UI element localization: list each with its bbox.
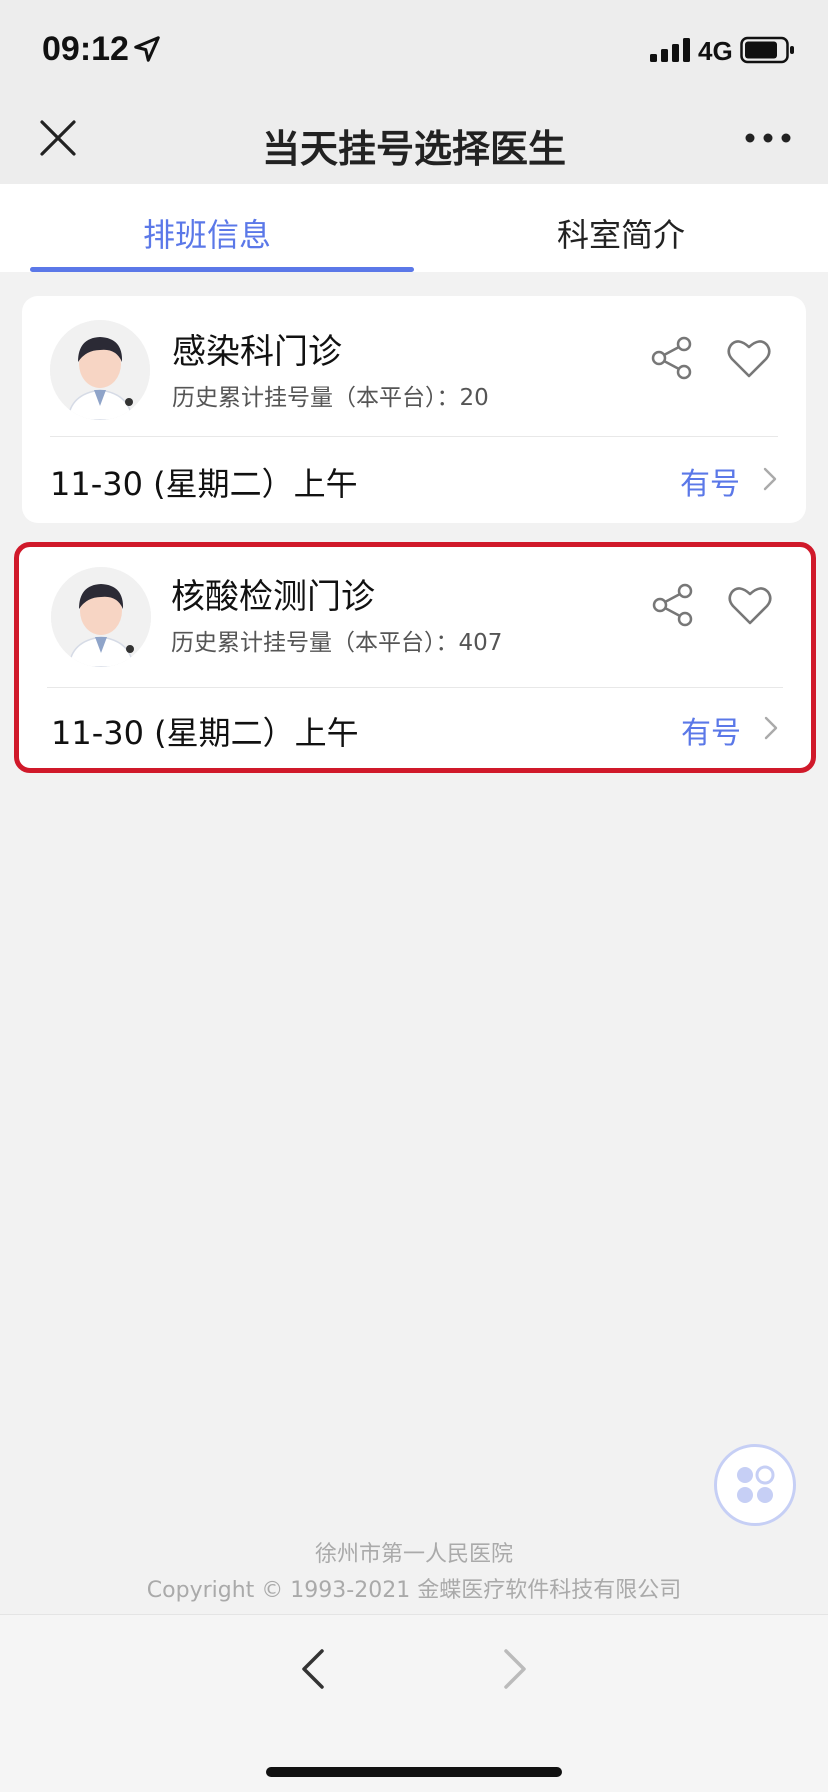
doctor-card[interactable]: 感染科门诊 历史累计挂号量（本平台）：20 11-30 (星期二）上午 有号 (22, 296, 806, 523)
page-title: 当天挂号选择医生 (261, 127, 566, 171)
heart-icon[interactable] (726, 336, 772, 380)
heart-icon[interactable] (727, 583, 773, 627)
home-indicator (266, 1767, 562, 1777)
chevron-right-icon (764, 716, 778, 740)
tab-bar: 排班信息 科室简介 (0, 184, 828, 272)
location-arrow-icon (134, 36, 160, 62)
status-time: 09:12 (42, 30, 129, 68)
schedule-row[interactable]: 11-30 (星期二）上午 有号 (19, 688, 811, 768)
history-count-row: 历史累计挂号量（本平台）：407 (171, 623, 502, 657)
schedule-date: 11-30 (星期二）上午 (50, 465, 358, 503)
network-label: 4G (698, 36, 733, 66)
signal-icon (650, 38, 690, 62)
schedule-date: 11-30 (星期二）上午 (51, 714, 359, 752)
status-bar: 09:12 4G (0, 0, 828, 100)
availability-label: 有号 (680, 467, 740, 502)
share-icon[interactable] (650, 336, 694, 380)
battery-icon (740, 36, 794, 64)
share-icon[interactable] (651, 583, 695, 627)
doctor-card-highlighted[interactable]: 核酸检测门诊 历史累计挂号量（本平台）：407 11-30 (星期二）上午 有号 (14, 542, 816, 773)
floating-apps-button[interactable] (714, 1444, 796, 1526)
history-label: 历史累计挂号量（本平台）： (171, 630, 459, 656)
doctor-name: 核酸检测门诊 (171, 577, 375, 617)
tab-department-intro[interactable]: 科室简介 (414, 184, 828, 272)
bottom-toolbar (0, 1614, 828, 1792)
schedule-row[interactable]: 11-30 (星期二）上午 有号 (22, 437, 806, 523)
tab-label: 排班信息 (142, 216, 271, 254)
tab-active-indicator (30, 267, 414, 272)
doctor-avatar (51, 567, 151, 667)
history-count-row: 历史累计挂号量（本平台）：20 (172, 378, 489, 412)
more-icon[interactable] (744, 128, 792, 148)
nav-bar: 当天挂号选择医生 (0, 100, 828, 184)
doctor-avatar (50, 320, 150, 420)
chevron-right-icon (763, 467, 777, 491)
footer-hospital-name: 徐州市第一人民医院 (314, 1542, 513, 1567)
history-label: 历史累计挂号量（本平台）： (172, 385, 460, 411)
footer-copyright: Copyright © 1993-2021 金蝶医疗软件科技有限公司 (146, 1578, 682, 1603)
tab-schedule[interactable]: 排班信息 (0, 184, 414, 272)
back-arrow-icon[interactable] (298, 1645, 328, 1693)
doctor-name: 感染科门诊 (172, 332, 342, 372)
history-count: 20 (459, 385, 489, 411)
apps-icon (737, 1465, 775, 1503)
availability-label: 有号 (681, 716, 741, 751)
forward-arrow-icon[interactable] (500, 1645, 530, 1693)
history-count: 407 (458, 630, 503, 656)
tab-label: 科室简介 (556, 216, 685, 254)
